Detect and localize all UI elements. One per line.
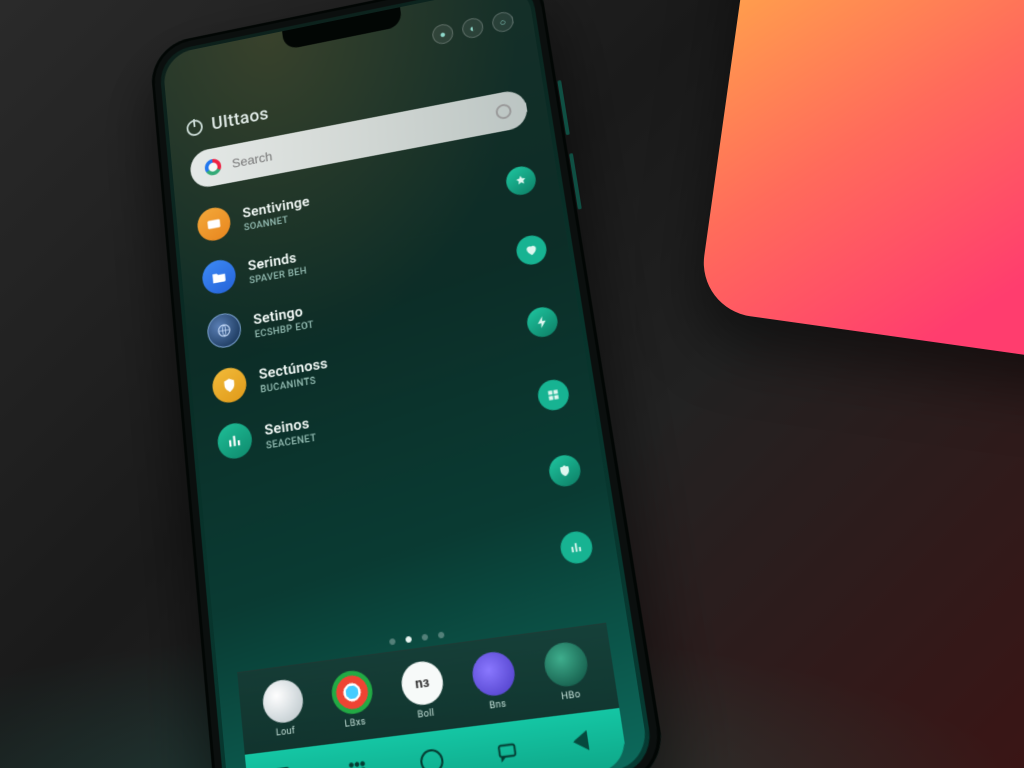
chrome-icon [329,668,374,716]
globe-icon [542,639,591,688]
dock-app[interactable]: HBo [542,639,593,703]
status-indicator-2: ◐ [461,16,484,39]
folder-icon [201,257,237,296]
smartphone: ● ◐ ○ UIttaos Sent [170,0,600,768]
nav-drawer-button[interactable] [345,757,370,768]
chart-icon [216,421,253,461]
background-tablet [697,0,1024,367]
volume-up-button[interactable] [557,80,570,135]
dock-app-label: Louf [275,725,295,738]
desk-surface: ● ◐ ○ UIttaos Sent [0,0,1024,768]
page-title: UIttaos [211,103,270,134]
status-indicator-1: ● [431,22,454,45]
dock-app-label: Boll [417,707,435,720]
dock-app[interactable]: nɜ Boll [399,658,447,721]
nav-back-button[interactable] [571,729,598,756]
shield-icon [211,365,248,405]
status-indicator-3: ○ [491,10,515,33]
dock-app-label: HBo [560,689,581,702]
card-icon [196,205,232,243]
dock-app[interactable]: Louf [261,677,307,740]
dock-app[interactable]: LBxs [329,668,376,731]
nav-home-button[interactable] [419,748,445,768]
dock-app-label: Bns [489,698,507,711]
quick-action-star[interactable] [504,164,537,197]
compass-icon [261,677,305,725]
mic-icon[interactable] [495,103,513,120]
app-icon [470,649,517,698]
phone-body: ● ◐ ○ UIttaos Sent [149,0,668,768]
phone-screen: ● ◐ ○ UIttaos Sent [162,0,650,768]
globe-icon [206,311,243,350]
dock-app-label: LBxs [344,716,366,729]
dock-app[interactable]: Bns [470,649,520,713]
app-icon: nɜ [399,658,445,706]
volume-down-button[interactable] [569,153,582,210]
nav-chat-button[interactable] [494,739,521,766]
google-icon [204,158,222,177]
power-icon [186,118,203,137]
